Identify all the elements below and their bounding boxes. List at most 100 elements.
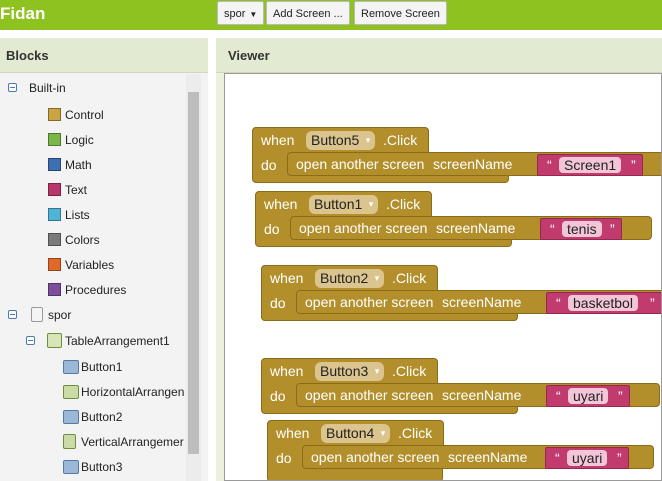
drawer-control[interactable]: Control xyxy=(0,105,186,125)
tree-node-button3[interactable]: Button3 xyxy=(0,457,186,477)
collapse-icon[interactable] xyxy=(26,336,35,345)
do-keyword: do xyxy=(261,157,277,173)
open-another-screen-label: open another screen xyxy=(299,220,428,236)
collapse-icon[interactable] xyxy=(8,83,17,92)
screen-name-label: screenName xyxy=(433,156,513,172)
open-another-screen-block[interactable]: open another screen screenName “ tenis ” xyxy=(290,216,652,240)
swatch-colors xyxy=(48,233,61,246)
blocks-panel-header: Blocks xyxy=(0,38,208,73)
drawer-math[interactable]: Math xyxy=(0,155,186,175)
drawer-label: Control xyxy=(65,108,104,122)
event-do-section: do open another screen screenName “ uyar… xyxy=(267,445,654,480)
event-do-section: do open another screen screenName “ teni… xyxy=(255,216,652,247)
open-another-screen-label: open another screen xyxy=(296,156,425,172)
blocks-scrollbar-thumb[interactable] xyxy=(188,92,199,454)
text-string-block[interactable]: “ Screen1 ” xyxy=(537,154,643,176)
drawer-label: Procedures xyxy=(65,283,127,297)
swatch-variables xyxy=(48,258,61,271)
tree-node-horizontal-arrangement[interactable]: HorizontalArrangen xyxy=(0,382,186,402)
open-another-screen-block[interactable]: open another screen screenName “ basketb… xyxy=(296,290,661,314)
event-header[interactable]: when Button3 .Click xyxy=(261,358,438,385)
drawer-variables[interactable]: Variables xyxy=(0,255,186,275)
open-another-screen-block[interactable]: open another screen screenName “ uyari ” xyxy=(302,445,654,469)
swatch-math xyxy=(48,158,61,171)
text-value[interactable]: uyari xyxy=(568,388,609,404)
swatch-control xyxy=(48,108,61,121)
click-event-label: .Click xyxy=(392,270,427,286)
tree-node-screen[interactable]: spor xyxy=(0,305,186,325)
click-event-label: .Click xyxy=(383,132,418,148)
close-quote: ” xyxy=(618,388,623,404)
button-icon xyxy=(63,410,79,424)
close-quote: ” xyxy=(631,157,636,173)
drawer-text[interactable]: Text xyxy=(0,180,186,200)
add-screen-button[interactable]: Add Screen ... xyxy=(266,1,350,25)
when-keyword: when xyxy=(270,270,304,286)
open-another-screen-label: open another screen xyxy=(311,449,440,465)
event-do-section: do open another screen screenName “ Scre… xyxy=(252,152,661,183)
tree-node-label: Button1 xyxy=(81,360,123,374)
tree-node-vertical-arrangement[interactable]: VerticalArrangemer xyxy=(0,432,186,452)
blocks-workspace[interactable]: when Button5 .Click do open another scre… xyxy=(224,73,662,481)
component-dropdown[interactable]: Button4 xyxy=(321,424,391,443)
open-another-screen-block[interactable]: open another screen screenName “ Screen1… xyxy=(287,152,661,176)
component-dropdown[interactable]: Button2 xyxy=(315,269,385,288)
close-quote: ” xyxy=(650,295,655,311)
tree-node-built-in[interactable]: Built-in xyxy=(0,78,186,98)
screen-select-dropdown[interactable]: spor ▼ xyxy=(217,1,265,25)
text-value[interactable]: basketbol xyxy=(568,295,638,311)
do-keyword: do xyxy=(270,388,286,404)
open-quote: “ xyxy=(556,295,561,311)
blocks-tree: Built-in Control Logic Math Text Lists C… xyxy=(0,74,186,481)
text-value[interactable]: tenis xyxy=(562,221,602,237)
component-dropdown[interactable]: Button5 xyxy=(306,131,376,150)
text-string-block[interactable]: “ basketbol ” xyxy=(546,292,661,314)
screen-name-label: screenName xyxy=(436,220,516,236)
component-dropdown[interactable]: Button1 xyxy=(309,195,379,214)
screen-name-label: screenName xyxy=(442,294,522,310)
button-icon xyxy=(63,360,79,374)
event-header[interactable]: when Button5 .Click xyxy=(252,127,429,154)
event-header[interactable]: when Button1 .Click xyxy=(255,191,432,218)
tree-node-button1[interactable]: Button1 xyxy=(0,357,186,377)
click-event-label: .Click xyxy=(386,196,421,212)
event-header[interactable]: when Button2 .Click xyxy=(261,265,438,292)
drawer-logic[interactable]: Logic xyxy=(0,130,186,150)
drawer-colors[interactable]: Colors xyxy=(0,230,186,250)
drawer-label: Variables xyxy=(65,258,115,272)
chevron-down-icon: ▼ xyxy=(249,10,258,19)
tree-node-table-arrangement[interactable]: TableArrangement1 xyxy=(0,331,186,351)
drawer-label: Math xyxy=(65,158,92,172)
text-string-block[interactable]: “ uyari ” xyxy=(546,385,630,407)
text-value[interactable]: Screen1 xyxy=(559,157,622,173)
top-bar: Fidan spor ▼ Add Screen ... Remove Screen xyxy=(0,0,662,30)
screen-name-label: screenName xyxy=(442,387,522,403)
text-value[interactable]: uyari xyxy=(567,450,608,466)
when-keyword: when xyxy=(270,363,304,379)
blocks-panel: Blocks Built-in Control Logic Math Text … xyxy=(0,38,208,481)
open-another-screen-label: open another screen xyxy=(305,387,434,403)
screen-name-label: screenName xyxy=(448,449,528,465)
button-icon xyxy=(63,460,79,474)
text-string-block[interactable]: “ tenis ” xyxy=(540,218,622,240)
open-another-screen-block[interactable]: open another screen screenName “ uyari ” xyxy=(296,383,660,407)
open-another-screen-label: open another screen xyxy=(305,294,434,310)
component-dropdown[interactable]: Button3 xyxy=(315,362,385,381)
tree-node-label: VerticalArrangemer xyxy=(81,435,184,449)
text-string-block[interactable]: “ uyari ” xyxy=(545,447,629,469)
screen-icon xyxy=(31,307,43,322)
collapse-icon[interactable] xyxy=(8,310,17,319)
tree-node-label: Built-in xyxy=(29,81,66,95)
vertical-arrangement-icon xyxy=(63,434,76,449)
remove-screen-button[interactable]: Remove Screen xyxy=(354,1,447,25)
close-quote: ” xyxy=(610,221,615,237)
swatch-procedures xyxy=(48,283,61,296)
tree-node-label: spor xyxy=(48,308,72,322)
event-header[interactable]: when Button4 .Click xyxy=(267,420,444,447)
tree-node-label: Button2 xyxy=(81,410,123,424)
drawer-procedures[interactable]: Procedures xyxy=(0,280,186,300)
drawer-lists[interactable]: Lists xyxy=(0,205,186,225)
tree-node-button2[interactable]: Button2 xyxy=(0,407,186,427)
close-quote: ” xyxy=(617,450,622,466)
tree-node-label: TableArrangement1 xyxy=(65,334,170,348)
